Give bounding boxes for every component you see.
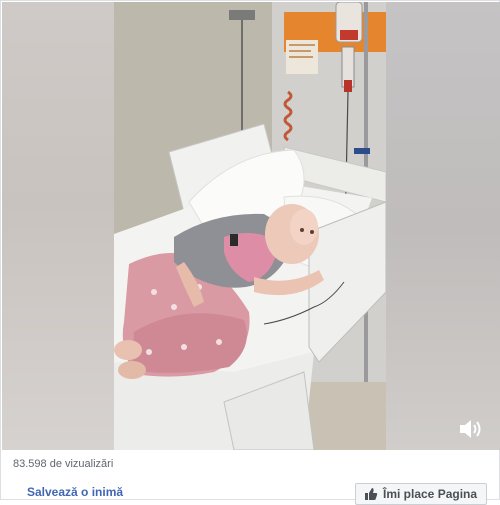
volume-icon[interactable] [456,416,486,442]
video-frame [114,2,386,450]
video-blur-left [2,2,114,450]
video-blur-right [386,2,500,450]
like-page-button[interactable]: Îmi place Pagina [355,483,487,505]
page-name-link[interactable]: Salvează o inimă [27,485,123,499]
video-player[interactable] [2,2,500,450]
view-count: 83.598 de vizualizări [13,458,114,470]
like-page-label: Îmi place Pagina [383,487,478,501]
thumbs-up-icon [365,488,378,500]
video-post: 83.598 de vizualizări Salvează o inimă Î… [0,0,500,505]
